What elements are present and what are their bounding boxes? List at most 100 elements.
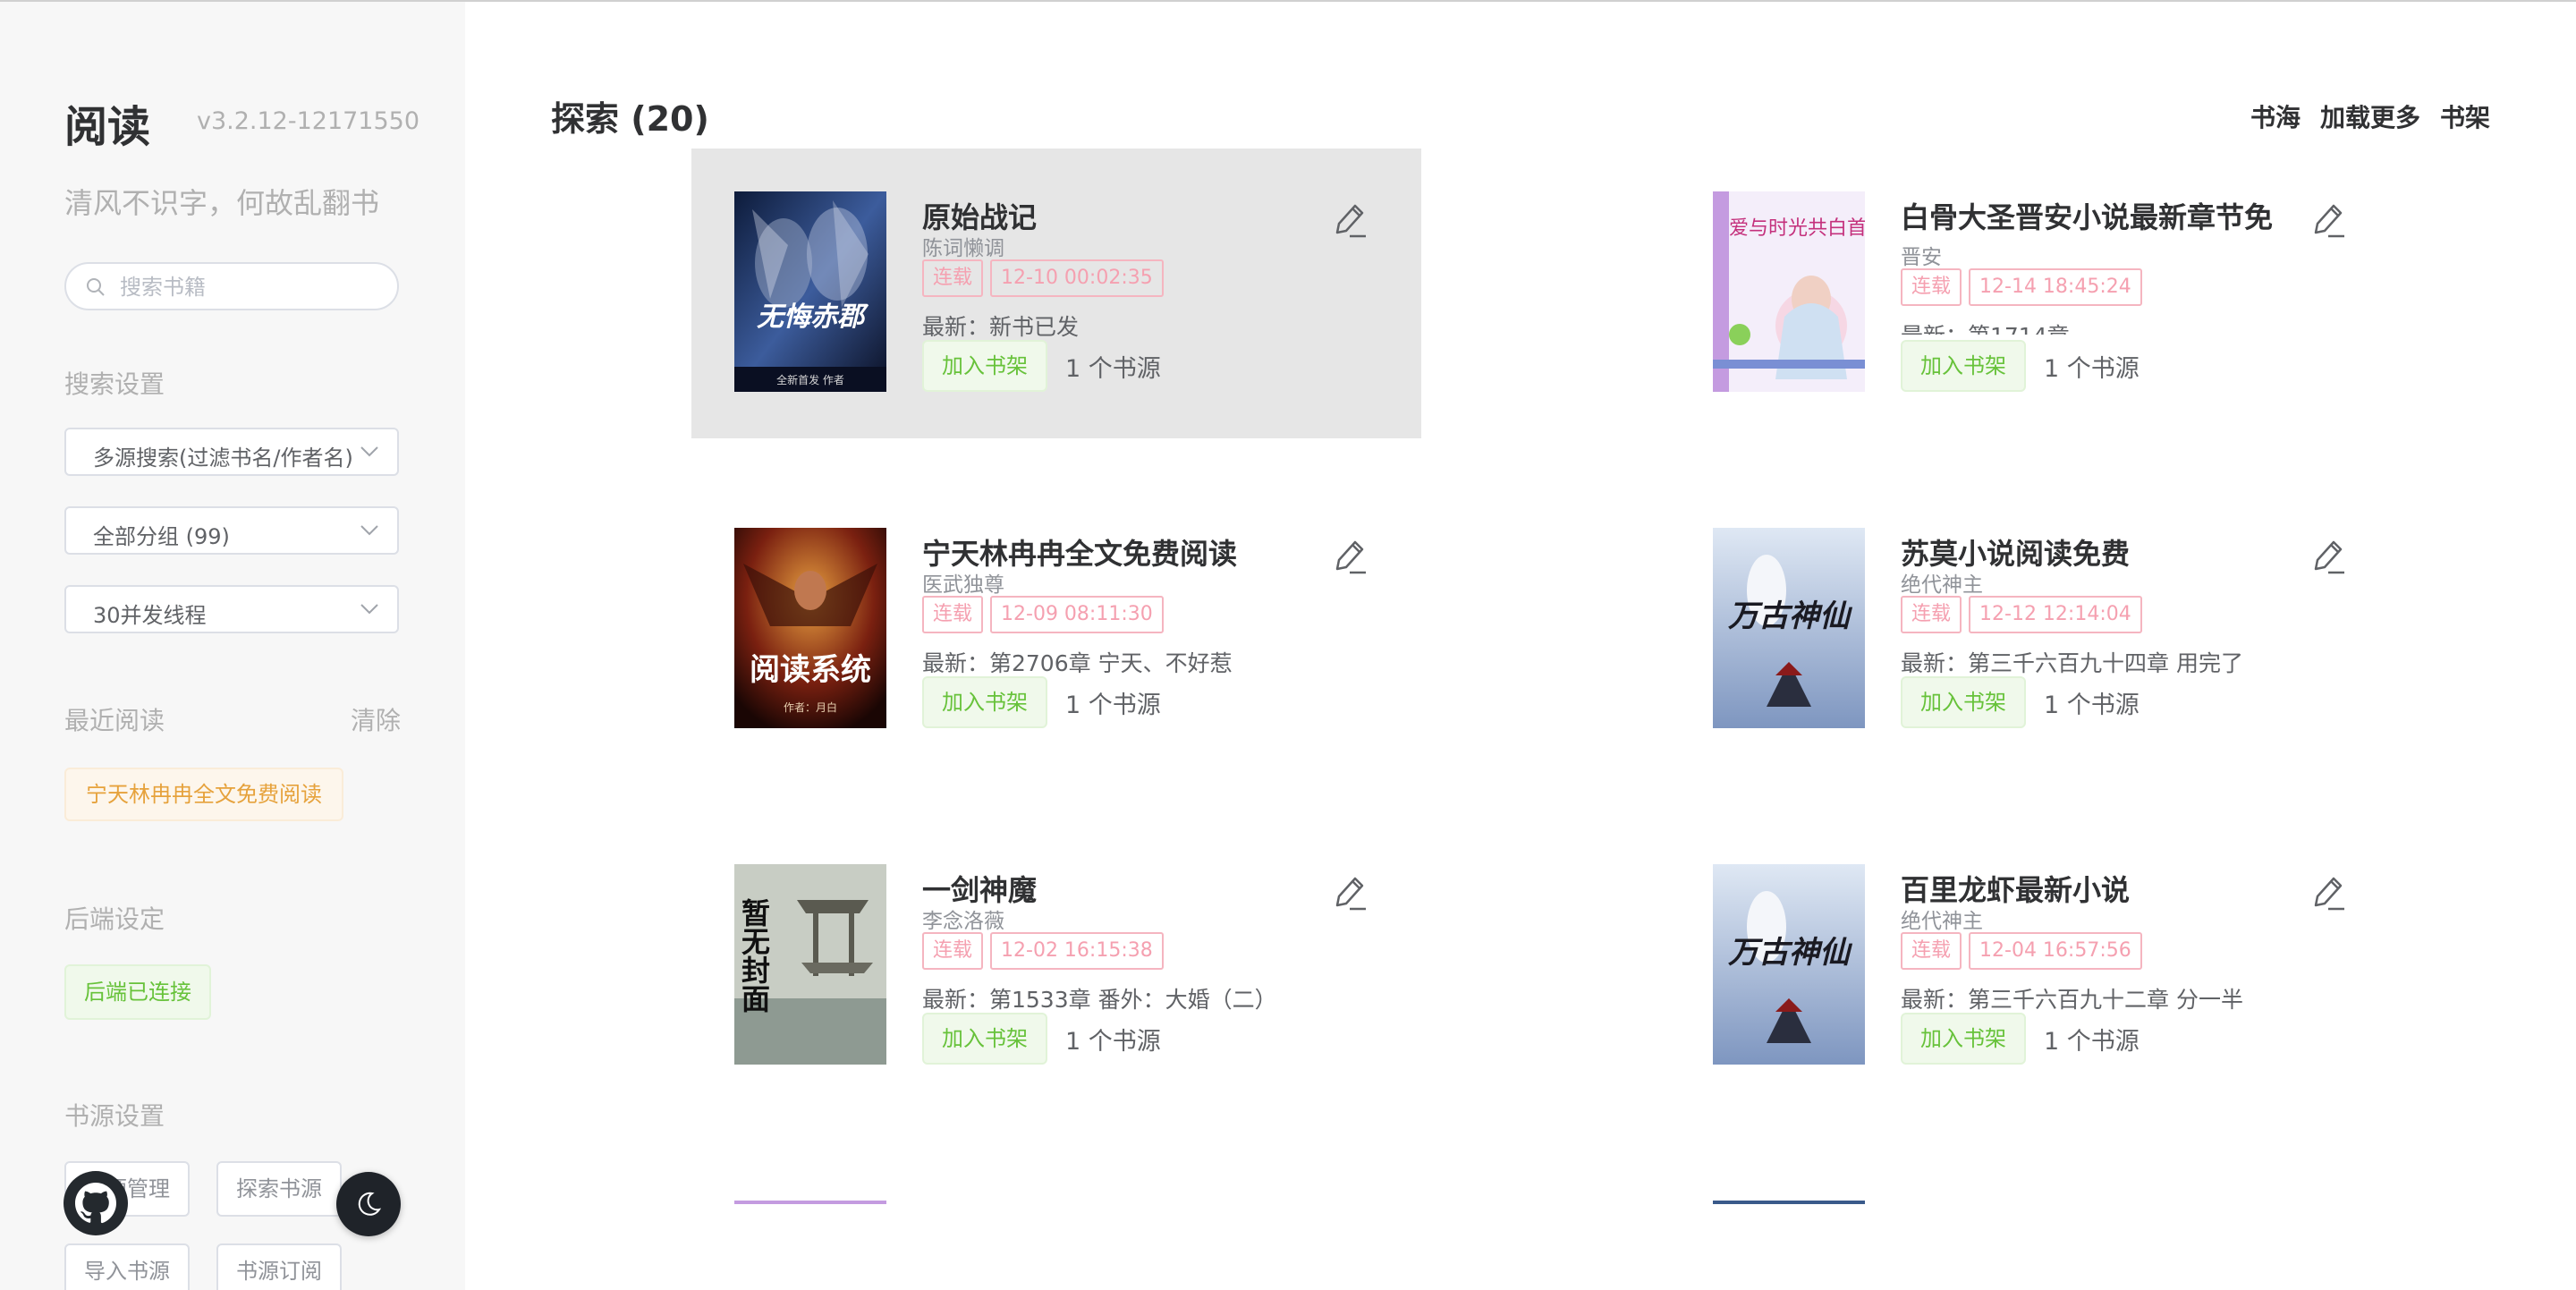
source-settings-label: 书源设置 (64, 1101, 165, 1131)
update-time-tag: 12-14 18:45:24 (1969, 268, 2142, 306)
recent-reading-label: 最近阅读 (64, 706, 165, 735)
book-author: 陈词懒调 (922, 237, 1004, 260)
add-to-shelf-button[interactable]: 加入书架 (922, 676, 1047, 728)
search-settings-label: 搜索设置 (64, 369, 165, 399)
add-to-shelf-button[interactable]: 加入书架 (1901, 676, 2026, 728)
github-icon[interactable] (63, 1170, 129, 1236)
search-icon (87, 278, 105, 296)
scroll-fade (465, 1209, 2576, 1290)
book-cover[interactable]: 万古神仙 (1713, 864, 1865, 1065)
cover-title-text: 爱与时光共白首 (1729, 217, 1865, 240)
book-tags: 连载 12-12 12:14:04 (1901, 596, 2142, 633)
app-version: v3.2.12-12171550 (197, 107, 420, 135)
source-subscribe-button[interactable]: 书源订阅 (216, 1243, 342, 1290)
book-card[interactable]: 无悔赤郡 全新首发 作者 原始战记 陈词懒调 连载 12-10 00:02:35… (691, 149, 1421, 438)
explore-source-button[interactable]: 探索书源 (216, 1161, 342, 1217)
update-time-tag: 12-02 16:15:38 (990, 932, 1164, 970)
moon-icon (358, 1192, 382, 1216)
book-author: 医武独尊 (922, 573, 1004, 597)
cover-title-text: 暂无封面 (737, 898, 771, 1013)
status-tag: 连载 (922, 596, 984, 633)
book-card[interactable]: 阅读系统 作者：月白 宁天林冉冉全文免费阅读 医武独尊 连载 12-09 08:… (691, 485, 1421, 775)
theme-toggle-button[interactable] (336, 1172, 401, 1236)
chevron-down-icon (360, 604, 378, 615)
status-tag: 连载 (1901, 932, 1962, 970)
search-mode-value: 多源搜索(过滤书名/作者名) (93, 446, 352, 471)
book-cover-partial (734, 1201, 886, 1204)
load-more-link[interactable]: 加载更多 (2320, 98, 2420, 134)
book-card[interactable]: 暂无封面 一剑神魔 李念洛薇 连载 12-02 16:15:38 最新：第153… (691, 821, 1421, 1111)
sidebar: 阅读 v3.2.12-12171550 清风不识字，何故乱翻书 搜索设置 多源搜… (0, 2, 465, 1290)
add-to-shelf-button[interactable]: 加入书架 (922, 340, 1047, 392)
book-cover[interactable]: 无悔赤郡 全新首发 作者 (734, 191, 886, 392)
update-time-tag: 12-09 08:11:30 (990, 596, 1164, 633)
book-tags: 连载 12-10 00:02:35 (922, 259, 1164, 297)
group-value: 全部分组 (99) (93, 524, 230, 549)
import-source-button[interactable]: 导入书源 (64, 1243, 190, 1290)
book-cover[interactable]: 阅读系统 作者：月白 (734, 528, 886, 728)
threads-select[interactable]: 30并发线程 (64, 585, 399, 633)
pencil-icon[interactable] (1328, 871, 1371, 914)
search-mode-select[interactable]: 多源搜索(过滤书名/作者名) (64, 428, 399, 476)
cover-title-text: 无悔赤郡 (757, 301, 869, 333)
latest-chapter: 最新：第三千六百九十二章 分一半 (1901, 987, 2243, 1013)
cover-title-text: 阅读系统 (750, 652, 871, 688)
source-count[interactable]: 1 个书源 (2044, 1022, 2140, 1057)
source-count[interactable]: 1 个书源 (2044, 349, 2140, 384)
update-time-tag: 12-12 12:14:04 (1969, 596, 2142, 633)
source-count[interactable]: 1 个书源 (1065, 1022, 1161, 1057)
source-count[interactable]: 1 个书源 (1065, 349, 1161, 384)
book-card[interactable]: 万古神仙 百里龙虾最新小说 绝代神主 连载 12-04 16:57:56 最新：… (1670, 821, 2400, 1111)
pencil-icon[interactable] (2307, 871, 2350, 914)
backend-status-tag[interactable]: 后端已连接 (64, 964, 211, 1020)
backend-settings-label: 后端设定 (64, 904, 165, 934)
add-to-shelf-button[interactable]: 加入书架 (922, 1013, 1047, 1065)
book-card[interactable]: 万古神仙 苏莫小说阅读免费 绝代神主 连载 12-12 12:14:04 最新：… (1670, 485, 2400, 775)
book-cover[interactable]: 万古神仙 (1713, 528, 1865, 728)
book-tags: 连载 12-09 08:11:30 (922, 596, 1164, 633)
status-tag: 连载 (922, 259, 984, 297)
app-title: 阅读 (64, 102, 151, 152)
pencil-icon[interactable] (1328, 199, 1371, 242)
status-tag: 连载 (1901, 268, 1962, 306)
update-time-tag: 12-04 16:57:56 (1969, 932, 2142, 970)
book-author: 绝代神主 (1901, 910, 1983, 933)
search-input[interactable] (118, 271, 381, 303)
latest-chapter: 最新：第1533章 番外：大婚（二） (922, 987, 1277, 1013)
book-card[interactable]: 爱与时光共白首 白骨大圣晋安小说最新章节免 晋安 连载 12-14 18:45:… (1670, 149, 2400, 438)
book-cover[interactable]: 暂无封面 (734, 864, 886, 1065)
book-cover-partial (1713, 1201, 1865, 1204)
chevron-down-icon (360, 525, 378, 536)
svg-text:全新首发 作者: 全新首发 作者 (776, 373, 844, 386)
book-author: 绝代神主 (1901, 573, 1983, 597)
book-tags: 连载 12-04 16:57:56 (1901, 932, 2142, 970)
book-tags: 连载 12-02 16:15:38 (922, 932, 1164, 970)
latest-chapter: 最新：新书已发 (922, 314, 1080, 340)
pencil-icon[interactable] (2307, 199, 2350, 242)
cover-title-text: 万古神仙 (1727, 598, 1853, 634)
clear-recent-button[interactable]: 清除 (351, 701, 401, 737)
status-tag: 连载 (1901, 596, 1962, 633)
chevron-down-icon (360, 446, 378, 457)
recent-book-tag[interactable]: 宁天林冉冉全文免费阅读 (64, 768, 343, 821)
update-time-tag: 12-10 00:02:35 (990, 259, 1164, 297)
bookshelf-link[interactable]: 书架 (2440, 98, 2490, 134)
search-box[interactable] (64, 262, 399, 310)
pencil-icon[interactable] (1328, 535, 1371, 578)
pencil-icon[interactable] (2307, 535, 2350, 578)
book-title[interactable]: 白骨大圣晋安小说最新章节免 (1901, 195, 2276, 236)
threads-value: 30并发线程 (93, 603, 207, 628)
add-to-shelf-button[interactable]: 加入书架 (1901, 340, 2026, 392)
book-sea-link[interactable]: 书海 (2250, 98, 2301, 134)
app-slogan: 清风不识字，何故乱翻书 (64, 186, 380, 220)
book-cover[interactable]: 爱与时光共白首 (1713, 191, 1865, 392)
source-count[interactable]: 1 个书源 (1065, 685, 1161, 720)
latest-chapter: 最新：第三千六百九十四章 用完了 (1901, 650, 2243, 676)
source-count[interactable]: 1 个书源 (2044, 685, 2140, 720)
add-to-shelf-button[interactable]: 加入书架 (1901, 1013, 2026, 1065)
latest-chapter: 最新：第1714章 (1901, 318, 2312, 335)
book-tags: 连载 12-14 18:45:24 (1901, 268, 2142, 306)
top-links: 书海 加载更多 书架 (2250, 98, 2490, 134)
svg-text:作者：月白: 作者：月白 (784, 700, 837, 714)
group-select[interactable]: 全部分组 (99) (64, 506, 399, 555)
